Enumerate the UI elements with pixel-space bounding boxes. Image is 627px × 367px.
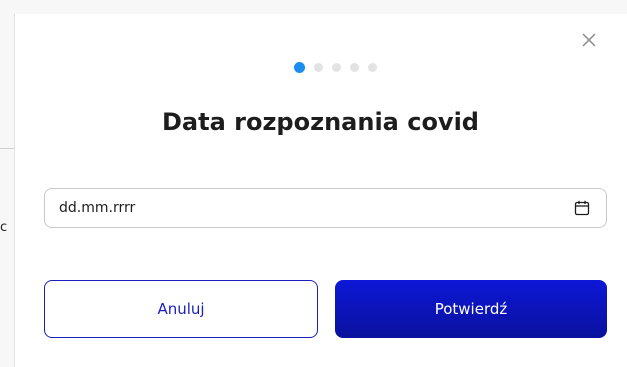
step-indicator: [294, 61, 377, 73]
step-dot: [332, 62, 341, 72]
cancel-button[interactable]: Anuluj: [44, 280, 318, 338]
background-text: c: [0, 220, 8, 235]
step-dot: [314, 62, 323, 72]
close-icon: [582, 33, 596, 47]
close-button[interactable]: [579, 30, 599, 50]
date-input[interactable]: [59, 200, 572, 216]
background-divider: [0, 148, 14, 149]
confirm-button[interactable]: Potwierdź: [335, 280, 607, 338]
step-dot-active: [294, 61, 305, 73]
step-dot: [368, 62, 377, 72]
dialog-title: Data rozpoznania covid: [162, 108, 479, 136]
step-dot: [350, 62, 359, 72]
diagnosis-date-field[interactable]: [44, 188, 607, 228]
calendar-icon[interactable]: [572, 198, 592, 218]
